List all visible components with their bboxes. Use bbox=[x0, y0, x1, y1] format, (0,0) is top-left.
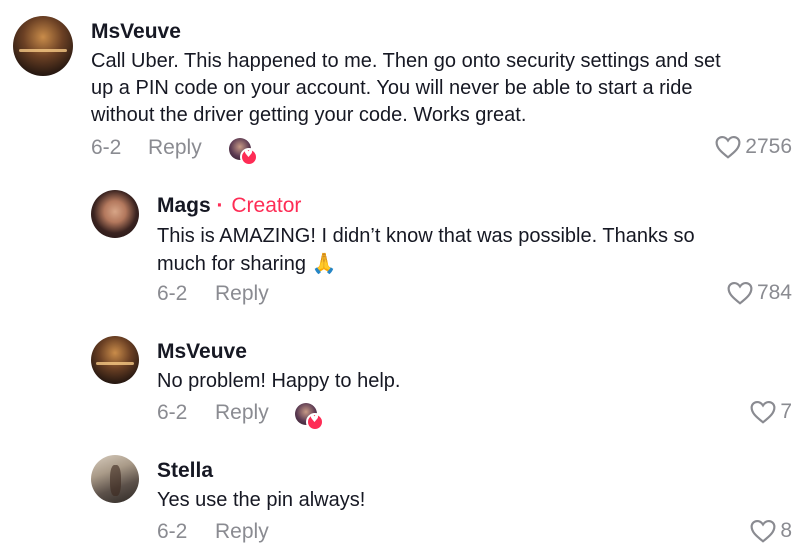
reply-button[interactable]: Reply bbox=[215, 520, 269, 544]
comment-text-line: Call Uber. This happened to me. Then go … bbox=[91, 50, 721, 72]
reply-button[interactable]: Reply bbox=[215, 282, 269, 306]
like-button[interactable]: 8 bbox=[750, 519, 792, 543]
heart-badge-icon bbox=[306, 413, 324, 431]
comment-text-line: This is AMAZING! I didn’t know that was … bbox=[157, 225, 695, 247]
creator-liked-avatar bbox=[229, 138, 258, 166]
comment-text-line-with-emoji: much for sharing 🙏 bbox=[157, 250, 787, 278]
comment-text-line: No problem! Happy to help. bbox=[157, 370, 401, 392]
reply-button[interactable]: Reply bbox=[148, 136, 202, 160]
praying-hands-emoji: 🙏 bbox=[311, 251, 337, 275]
comment-date: 6-2 bbox=[157, 401, 188, 424]
like-count: 2756 bbox=[745, 135, 792, 158]
comment-text: No problem! Happy to help. bbox=[157, 368, 787, 395]
like-button[interactable]: 784 bbox=[727, 281, 792, 305]
comment-text: Call Uber. This happened to me. Then go … bbox=[91, 48, 796, 129]
comment-date: 6-2 bbox=[157, 520, 188, 543]
heart-icon bbox=[750, 519, 776, 543]
avatar[interactable] bbox=[91, 455, 139, 503]
like-button[interactable]: 2756 bbox=[715, 135, 792, 159]
comment-text-line: Yes use the pin always! bbox=[157, 489, 366, 511]
comment-author[interactable]: Stella bbox=[157, 459, 213, 483]
comment-author[interactable]: MsVeuve bbox=[91, 20, 181, 44]
creator-liked-avatar bbox=[295, 403, 324, 431]
like-count: 7 bbox=[780, 400, 792, 423]
comment-text-line: up a PIN code on your account. You will … bbox=[91, 77, 693, 99]
heart-icon bbox=[715, 135, 741, 159]
heart-icon bbox=[750, 400, 776, 424]
like-button[interactable]: 7 bbox=[750, 400, 792, 424]
comment-author[interactable]: Mags bbox=[157, 194, 211, 217]
comment-text-line: much for sharing bbox=[157, 253, 306, 275]
avatar[interactable] bbox=[13, 16, 73, 76]
comment-thread: MsVeuve Call Uber. This happened to me. … bbox=[0, 0, 800, 555]
comment-date: 6-2 bbox=[157, 282, 188, 305]
comment-author[interactable]: MsVeuve bbox=[157, 340, 247, 364]
avatar[interactable] bbox=[91, 190, 139, 238]
like-count: 784 bbox=[756, 281, 792, 304]
comment-text-line: without the driver getting your code. Wo… bbox=[91, 104, 527, 126]
reply-button[interactable]: Reply bbox=[215, 401, 269, 425]
badge-separator: · bbox=[216, 194, 224, 217]
comment-date: 6-2 bbox=[91, 136, 122, 159]
comment-text: This is AMAZING! I didn’t know that was … bbox=[157, 223, 787, 278]
comment-author-row: Mags · Creator bbox=[157, 194, 301, 218]
heart-badge-icon bbox=[240, 148, 258, 166]
avatar[interactable] bbox=[91, 336, 139, 384]
heart-icon bbox=[727, 281, 753, 305]
like-count: 8 bbox=[780, 519, 792, 542]
creator-badge: Creator bbox=[231, 194, 302, 217]
comment-text: Yes use the pin always! bbox=[157, 487, 787, 514]
